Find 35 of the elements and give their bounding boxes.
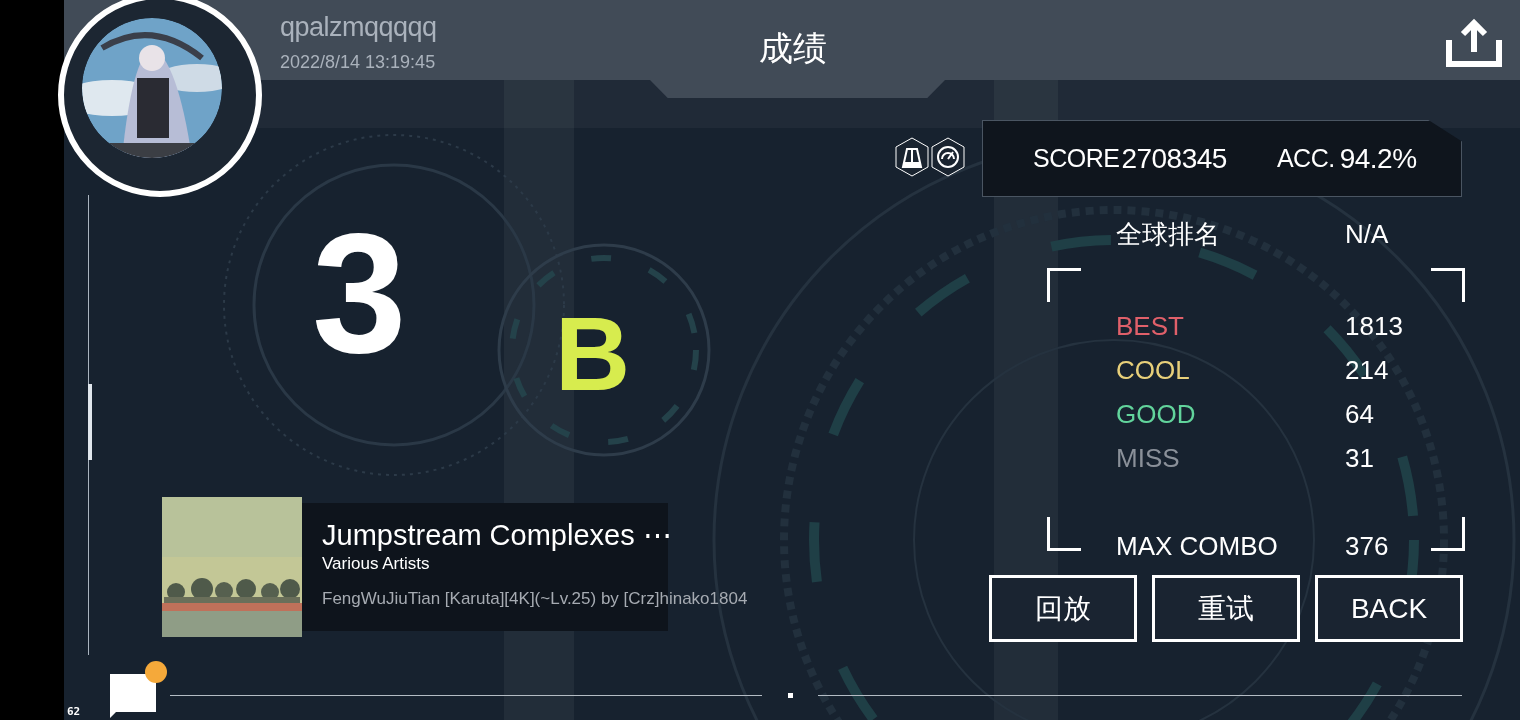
chart-info: FengWuJiuTian [Karuta][4K](~Lv.25) by [Crz]hinako1804 [322, 588, 748, 610]
corner-bracket-icon [1047, 517, 1081, 551]
player-name: qpalzmqqqqq [280, 12, 437, 43]
page-title: 成绩 [758, 28, 828, 68]
song-title: Jumpstream Complexes ⋯ [322, 518, 668, 553]
corner-bracket-icon [1431, 268, 1465, 302]
judgement-count: 1813 [1345, 310, 1403, 342]
song-artist: Various Artists [322, 553, 431, 575]
judgement-label: BEST [1116, 310, 1185, 342]
score-label: SCORE [1033, 144, 1120, 173]
judgement-label: GOOD [1116, 398, 1197, 430]
corner-bracket-icon [1047, 268, 1081, 302]
action-button[interactable]: 回放 [989, 575, 1137, 642]
judgement-count: 214 [1345, 354, 1389, 386]
judgement-count: 64 [1345, 398, 1374, 430]
action-button[interactable]: 重试 [1152, 575, 1300, 642]
metronome-icon [894, 137, 930, 177]
accuracy-value: 94.2% [1339, 142, 1417, 175]
score-value: 2708345 [1121, 142, 1227, 175]
corner-bracket-icon [1431, 517, 1465, 551]
global-rank-value: N/A [1345, 218, 1389, 250]
max-combo-value: 376 [1345, 530, 1389, 562]
timestamp: 2022/8/14 13:19:45 [280, 52, 436, 73]
grade-letter: B [555, 302, 631, 406]
global-rank-label: 全球排名 [1116, 217, 1221, 251]
rank-number: 3 [312, 208, 403, 378]
fps-counter: 62 [67, 705, 81, 718]
judgement-count: 31 [1345, 442, 1374, 474]
action-button[interactable]: BACK [1315, 575, 1463, 642]
share-icon[interactable] [1445, 18, 1503, 68]
judgement-label: COOL [1116, 354, 1191, 386]
max-combo-label: MAX COMBO [1116, 530, 1279, 562]
speedometer-icon [930, 137, 966, 177]
judgement-label: MISS [1116, 442, 1181, 474]
accuracy-label: ACC. [1276, 144, 1335, 173]
